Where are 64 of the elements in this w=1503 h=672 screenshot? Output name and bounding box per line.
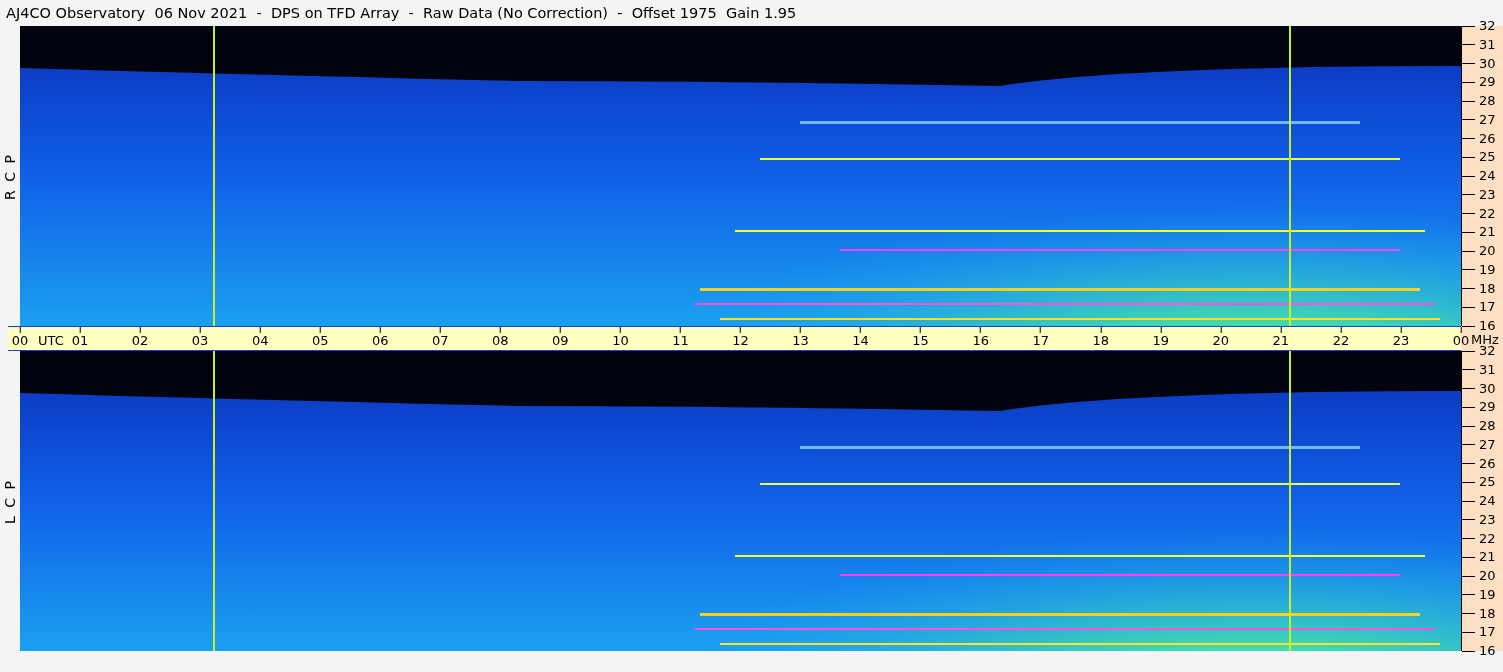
time-label: 19	[1152, 333, 1170, 348]
time-label: 09	[552, 333, 569, 348]
frequency-label: 17	[1479, 300, 1496, 315]
frequency-label: 22	[1479, 531, 1496, 546]
frequency-label: 27	[1479, 437, 1496, 452]
frequency-label: 26	[1479, 131, 1496, 146]
time-label: 03	[191, 333, 209, 348]
time-label: 15	[912, 333, 929, 348]
time-label: 08	[492, 333, 509, 348]
time-label: 06	[372, 333, 389, 348]
timezone-label: UTC	[38, 333, 64, 348]
time-label: 10	[612, 333, 629, 348]
frequency-label: 31	[1479, 362, 1496, 377]
frequency-label: 24	[1479, 169, 1496, 183]
frequency-label: 32	[1479, 19, 1496, 33]
time-label: 02	[131, 333, 149, 348]
time-label: 00	[11, 333, 29, 348]
time-label: 14	[852, 333, 869, 348]
frequency-label: 25	[1479, 475, 1496, 490]
frequency-label: 19	[1479, 262, 1496, 277]
time-label: 00	[1452, 333, 1470, 348]
frequency-label: 18	[1479, 606, 1496, 621]
time-label: 04	[251, 333, 269, 348]
time-label: 16	[972, 333, 989, 348]
frequency-label: 16	[1479, 644, 1496, 658]
time-label: 18	[1092, 333, 1109, 348]
frequency-label: 32	[1479, 344, 1496, 358]
frequency-label: 23	[1479, 512, 1496, 527]
window-title: AJ4CO Observatory 06 Nov 2021 - DPS on TFD Array - Raw Data (No Correction) - Offset 1975 Gain 1.95	[5, 4, 797, 23]
frequency-label: 17	[1479, 625, 1496, 640]
time-label: 17	[1032, 333, 1049, 348]
time-label: 01	[71, 333, 89, 348]
frequency-label: 19	[1479, 587, 1496, 602]
frequency-label: 26	[1479, 456, 1496, 471]
frequency-label: 31	[1479, 37, 1496, 52]
time-label: 21	[1272, 333, 1290, 348]
frequency-label: 25	[1479, 150, 1496, 165]
frequency-label: 23	[1479, 187, 1496, 202]
time-label: 13	[792, 333, 809, 348]
frequency-label: 30	[1479, 381, 1496, 396]
frequency-label: 22	[1479, 206, 1496, 221]
frequency-label: 20	[1479, 244, 1496, 258]
frequency-label: 18	[1479, 281, 1496, 296]
time-label: 07	[432, 333, 449, 348]
time-label: 11	[672, 333, 689, 348]
frequency-label: 24	[1479, 494, 1496, 508]
frequency-label: 30	[1479, 56, 1496, 71]
frequency-label: 29	[1479, 400, 1496, 415]
unit-label: MHz	[1471, 332, 1499, 347]
frequency-label: 29	[1479, 75, 1496, 90]
time-label: 22	[1332, 333, 1350, 348]
time-label: 12	[732, 333, 749, 348]
frequency-label: 28	[1479, 94, 1496, 108]
time-label: 05	[311, 333, 329, 348]
frequency-label: 27	[1479, 112, 1496, 127]
polarization-label: R C P	[0, 152, 19, 200]
time-label: 23	[1392, 333, 1410, 348]
frequency-label: 16	[1479, 319, 1496, 333]
frequency-label: 21	[1479, 225, 1496, 240]
frequency-label: 28	[1479, 419, 1496, 433]
frequency-label: 21	[1479, 550, 1496, 565]
frequency-label: 20	[1479, 569, 1496, 583]
polarization-label: L C P	[0, 478, 19, 524]
time-label: 20	[1212, 333, 1230, 348]
